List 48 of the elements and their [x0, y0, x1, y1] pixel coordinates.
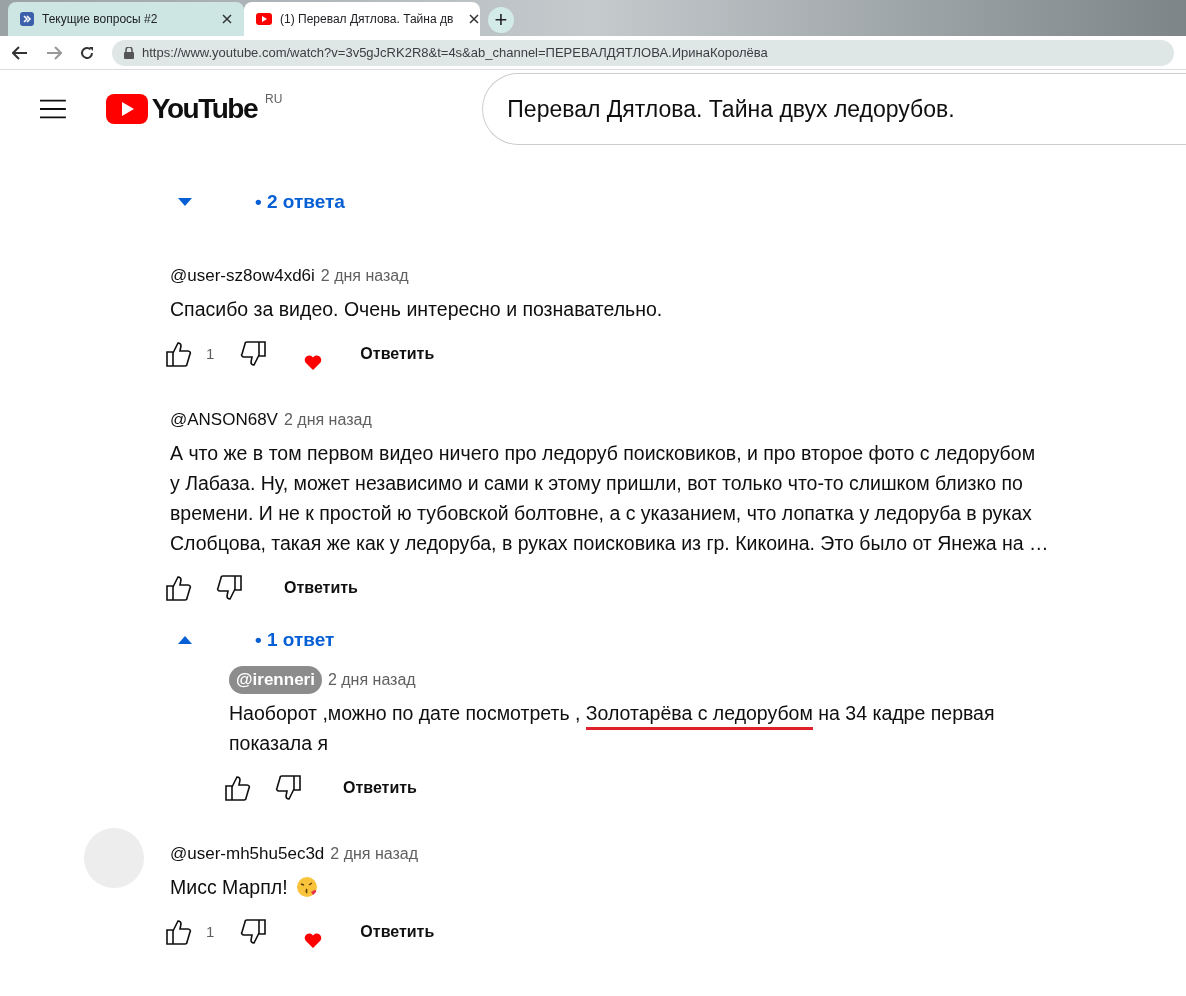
comment-text: Спасибо за видео. Очень интересно и познавательно.	[170, 297, 664, 322]
thumbs-up-icon[interactable]	[166, 574, 194, 602]
back-arrow-icon[interactable]	[12, 45, 28, 60]
youtube-favicon-icon	[256, 13, 272, 25]
reply-button[interactable]: Ответить	[284, 576, 358, 600]
forward-arrow-icon[interactable]	[46, 45, 62, 60]
browser-tab[interactable]: Текущие вопросы #2	[8, 2, 244, 36]
reply-button[interactable]: Ответить	[343, 776, 417, 800]
play-logo-icon	[105, 94, 148, 124]
caret-down-icon[interactable]	[178, 198, 192, 206]
comment-author[interactable]: @ANSON68V	[170, 407, 278, 433]
youtube-logo[interactable]: YouTube	[105, 88, 257, 130]
thumbs-up-icon[interactable]	[225, 774, 253, 802]
forum-favicon-icon	[20, 12, 34, 26]
url-text: https://www.youtube.com/watch?v=3v5gJcRK2R8&t=4s&ab_channel=ПЕРЕВАЛДЯТЛОВА.ИринаКоролёва	[142, 43, 768, 62]
reply-button[interactable]: Ответить	[360, 342, 435, 366]
comment-author[interactable]: @user-sz8ow4xd6i	[170, 263, 315, 289]
tab-title: Текущие вопросы #2	[42, 11, 158, 28]
close-icon[interactable]	[222, 14, 232, 24]
like-count: 1	[206, 343, 215, 364]
browser-tab[interactable]: (1) Перевал Дятлова. Тайна дв	[244, 2, 480, 36]
comment-time[interactable]: 2 дня назад	[327, 668, 416, 692]
new-tab-button[interactable]: +	[488, 7, 514, 33]
close-icon[interactable]	[469, 14, 480, 24]
lock-icon	[124, 46, 134, 59]
comment-time[interactable]: 2 дня назад	[320, 264, 409, 288]
replies-toggle[interactable]: • 1 ответ	[255, 625, 335, 655]
reply-button[interactable]: Ответить	[360, 920, 435, 944]
address-bar[interactable]: https://www.youtube.com/watch?v=3v5gJcRK2R8&t=4s&ab_channel=ПЕРЕВАЛДЯТЛОВА.ИринаКоролёва	[112, 39, 1174, 66]
tab-title: (1) Перевал Дятлова. Тайна дв	[280, 11, 454, 28]
thumbs-up-icon[interactable]	[166, 918, 194, 946]
replies-toggle[interactable]: • 2 ответа	[255, 187, 345, 217]
menu-icon[interactable]	[40, 98, 66, 120]
reload-icon[interactable]	[80, 45, 94, 60]
comment-time[interactable]: 2 дня назад	[283, 408, 372, 432]
comment-text: Наоборот ,можно по дате посмотреть , Золотарёва с ледорубом на 34 кадре первая показала я	[229, 701, 996, 756]
caret-up-icon[interactable]	[178, 636, 192, 644]
like-count: 1	[206, 921, 215, 942]
comment-text: А что же в том первом видео ничего про ледоруб поисковиков, и про второе фото с ледорубом у Лабаза. Ну, может независимо и сами к этому пришли, вот только что-то слишком близко по времени. И не к простой ю тубовской болтовне, а с указанием, что лопатка у ледоруба в руках Слобцова, такая же как у ледоруба, в руках поисковика из гр. Кикоина. Это было от Янежа на …	[170, 441, 1050, 556]
thumbs-down-icon[interactable]	[214, 574, 242, 602]
thumbs-down-icon[interactable]	[238, 340, 267, 368]
comment-author[interactable]: @user-mh5hu5ec3d	[170, 841, 325, 867]
thumbs-down-icon[interactable]	[273, 774, 301, 802]
thumbs-down-icon[interactable]	[238, 918, 267, 946]
comment-time[interactable]: 2 дня назад	[330, 842, 419, 866]
comment-text: Мисс Марпл!	[170, 875, 288, 900]
thumbs-up-icon[interactable]	[166, 340, 194, 368]
region-label: RU	[264, 91, 283, 108]
